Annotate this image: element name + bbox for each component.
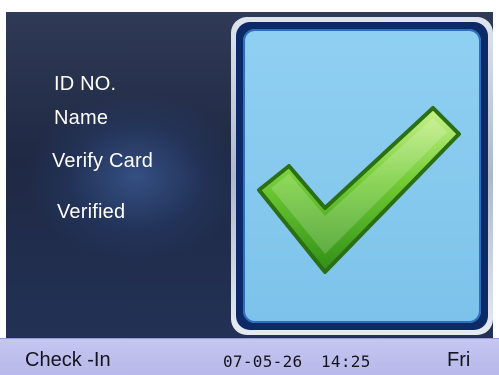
time-display: 14:25 — [321, 352, 371, 371]
attendance-mode: Check -In — [25, 349, 111, 371]
verification-status: Verified — [57, 201, 126, 223]
name-label: Name — [54, 107, 109, 129]
verify-method-label: Verify Card — [52, 150, 154, 172]
day-display: Fri — [447, 349, 471, 371]
checkmark-icon — [257, 106, 461, 274]
id-number-label: ID NO. — [54, 73, 117, 95]
date-display: 07-05-26 — [223, 352, 303, 371]
status-bar: Check -In 07-05-26 14:25 Fri — [0, 338, 499, 375]
